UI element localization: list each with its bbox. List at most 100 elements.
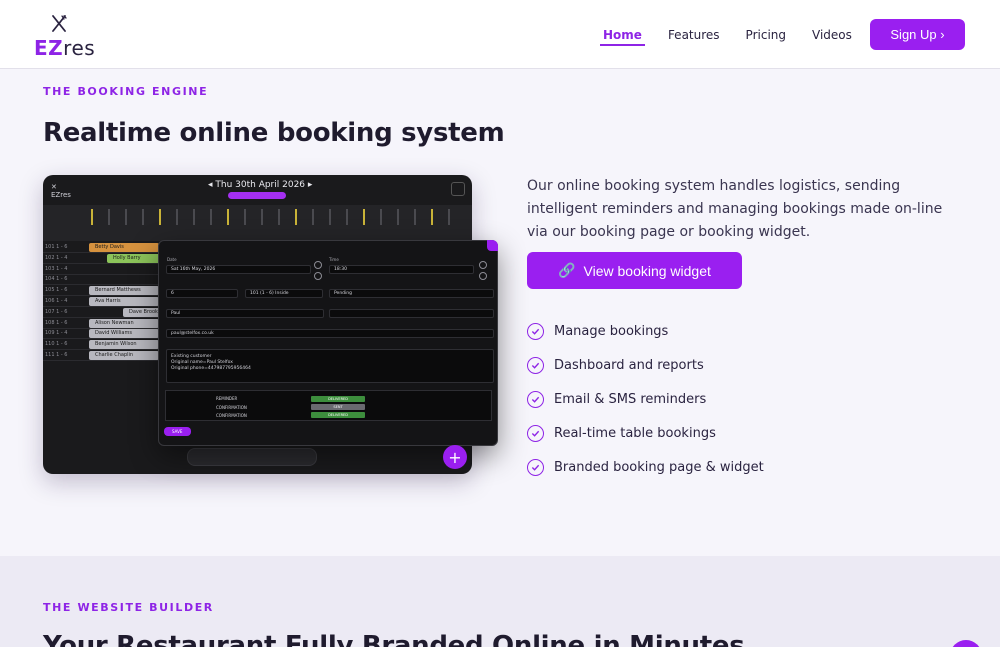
message-status-2: SENT <box>311 404 365 410</box>
timeline-tick <box>397 209 399 225</box>
modal-date-field: Sat 16th May, 2026 <box>166 265 311 274</box>
modal-round-4 <box>479 272 487 280</box>
feature-label: Dashboard and reports <box>554 357 704 373</box>
message-type-3: CONFIRMATION <box>216 413 247 418</box>
section2-eyebrow: THE WEBSITE BUILDER <box>43 601 214 614</box>
feature-item: Branded booking page & widget <box>527 450 764 484</box>
booking-bar: Charlie Chaplin <box>89 351 159 360</box>
timeline-tick <box>278 209 280 225</box>
save-label: SAVE <box>172 429 183 434</box>
modal-time-label: Time <box>329 257 339 262</box>
timeline-tick <box>363 209 365 225</box>
timeline-tick <box>295 209 297 225</box>
modal-name-field: Paul <box>166 309 324 318</box>
section2-title: Your Restaurant Fully Branded Online in … <box>43 631 745 647</box>
timeline-tick <box>159 209 161 225</box>
timeline-tick <box>448 209 450 225</box>
nav-link-videos[interactable]: Videos <box>799 0 865 69</box>
feature-list: Manage bookings Dashboard and reports Em… <box>527 314 764 484</box>
row-label: 102 1 - 4 <box>45 254 68 261</box>
nav-link-features[interactable]: Features <box>655 0 733 69</box>
check-icon <box>527 356 544 374</box>
check-icon <box>527 390 544 408</box>
screenshot-summary-bar <box>187 448 317 466</box>
link-icon: 🔗 <box>558 262 576 278</box>
view-booking-widget-label: View booking widget <box>583 262 711 279</box>
logo[interactable]: EZres <box>32 14 95 60</box>
modal-messages-table: REMINDER CONFIRMATION CONFIRMATION DELIV… <box>165 390 492 421</box>
timeline-tick <box>210 209 212 225</box>
feature-item: Real-time table bookings <box>527 416 764 450</box>
message-type-1: REMINDER <box>216 396 238 401</box>
timeline-tick <box>108 209 110 225</box>
screenshot-header: ✕ EZres ◂ Thu 30th April 2026 ▸ <box>43 175 472 205</box>
timeline-tick <box>244 209 246 225</box>
view-booking-widget-button[interactable]: 🔗 View booking widget <box>527 252 742 289</box>
check-icon <box>527 424 544 442</box>
navbar: EZres Home Features Pricing Videos Sign … <box>0 0 1000 69</box>
row-label: 104 1 - 6 <box>45 276 68 283</box>
feature-label: Branded booking page & widget <box>554 459 764 475</box>
modal-close-icon[interactable] <box>487 240 498 251</box>
feature-item: Manage bookings <box>527 314 764 348</box>
modal-people-field: 6 <box>166 289 238 298</box>
modal-phone-field <box>329 309 494 318</box>
timeline-tick <box>193 209 195 225</box>
modal-round-1 <box>314 261 322 269</box>
row-label: 106 1 - 4 <box>45 298 68 304</box>
timeline-tick <box>312 209 314 225</box>
timeline-tick <box>346 209 348 225</box>
add-fab-icon[interactable]: + <box>443 445 467 469</box>
logo-ez: EZ <box>34 36 64 60</box>
timeline-tick <box>176 209 178 225</box>
booking-bar: Benjamin Wilson <box>89 340 159 350</box>
modal-round-3 <box>479 261 487 269</box>
signup-button[interactable]: Sign Up › <box>870 19 965 50</box>
check-icon <box>527 322 544 340</box>
timeline-tick <box>329 209 331 225</box>
feature-label: Manage bookings <box>554 323 669 339</box>
feature-item: Email & SMS reminders <box>527 382 764 416</box>
timeline-tick <box>125 209 127 225</box>
nav-link-pricing[interactable]: Pricing <box>733 0 799 69</box>
booking-bar: Alison Newman <box>89 318 159 328</box>
section-title: Realtime online booking system <box>43 118 505 148</box>
row-label: 107 1 - 6 <box>45 308 68 315</box>
modal-save-button: SAVE <box>164 427 191 436</box>
screenshot-logo: ✕ EZres <box>51 183 71 199</box>
fork-knife-icon <box>52 15 67 32</box>
message-status-3: DELIVERED <box>311 412 365 418</box>
check-icon <box>527 458 544 476</box>
screenshot-date: ◂ Thu 30th April 2026 ▸ <box>208 180 313 190</box>
logo-text: EZres <box>34 36 95 60</box>
modal-status-field: Pending <box>329 289 494 298</box>
booking-bar: Bernard Matthews <box>89 286 159 296</box>
modal-round-2 <box>314 272 322 280</box>
row-label: 101 1 - 6 <box>45 244 68 250</box>
screenshot-open-pill <box>228 192 286 199</box>
modal-table-field: 101 (1 - 6) Inside <box>245 289 323 298</box>
timeline-tick <box>142 209 144 225</box>
screenshot-menu-icon <box>451 182 465 196</box>
feature-label: Email & SMS reminders <box>554 391 707 407</box>
timeline-tick <box>414 209 416 225</box>
modal-email-field: paul@stelfox.co.uk <box>166 329 494 338</box>
section-description: Our online booking system handles logist… <box>527 178 943 240</box>
modal-notes-field: Existing customer Original name=Paul Ste… <box>166 349 494 383</box>
booking-bar: David Williams <box>89 329 159 339</box>
note-line-3: Original phone=447987795956464 <box>171 366 251 371</box>
nav-link-home[interactable]: Home <box>590 0 655 69</box>
timeline-tick <box>380 209 382 225</box>
row-label: 110 1 - 6 <box>45 341 68 348</box>
feature-item: Dashboard and reports <box>527 348 764 382</box>
row-label: 109 1 - 4 <box>45 330 68 337</box>
timeline-tick <box>91 209 93 225</box>
nav-links: Home Features Pricing Videos <box>590 0 865 69</box>
row-label: 103 1 - 4 <box>45 265 68 272</box>
modal-date-label: Date <box>167 257 177 262</box>
modal-time-field: 18:30 <box>329 265 474 274</box>
timeline-tick <box>227 209 229 225</box>
timeline-tick <box>431 209 433 225</box>
timeline-tick <box>261 209 263 225</box>
message-status-1: DELIVERED <box>311 396 365 402</box>
